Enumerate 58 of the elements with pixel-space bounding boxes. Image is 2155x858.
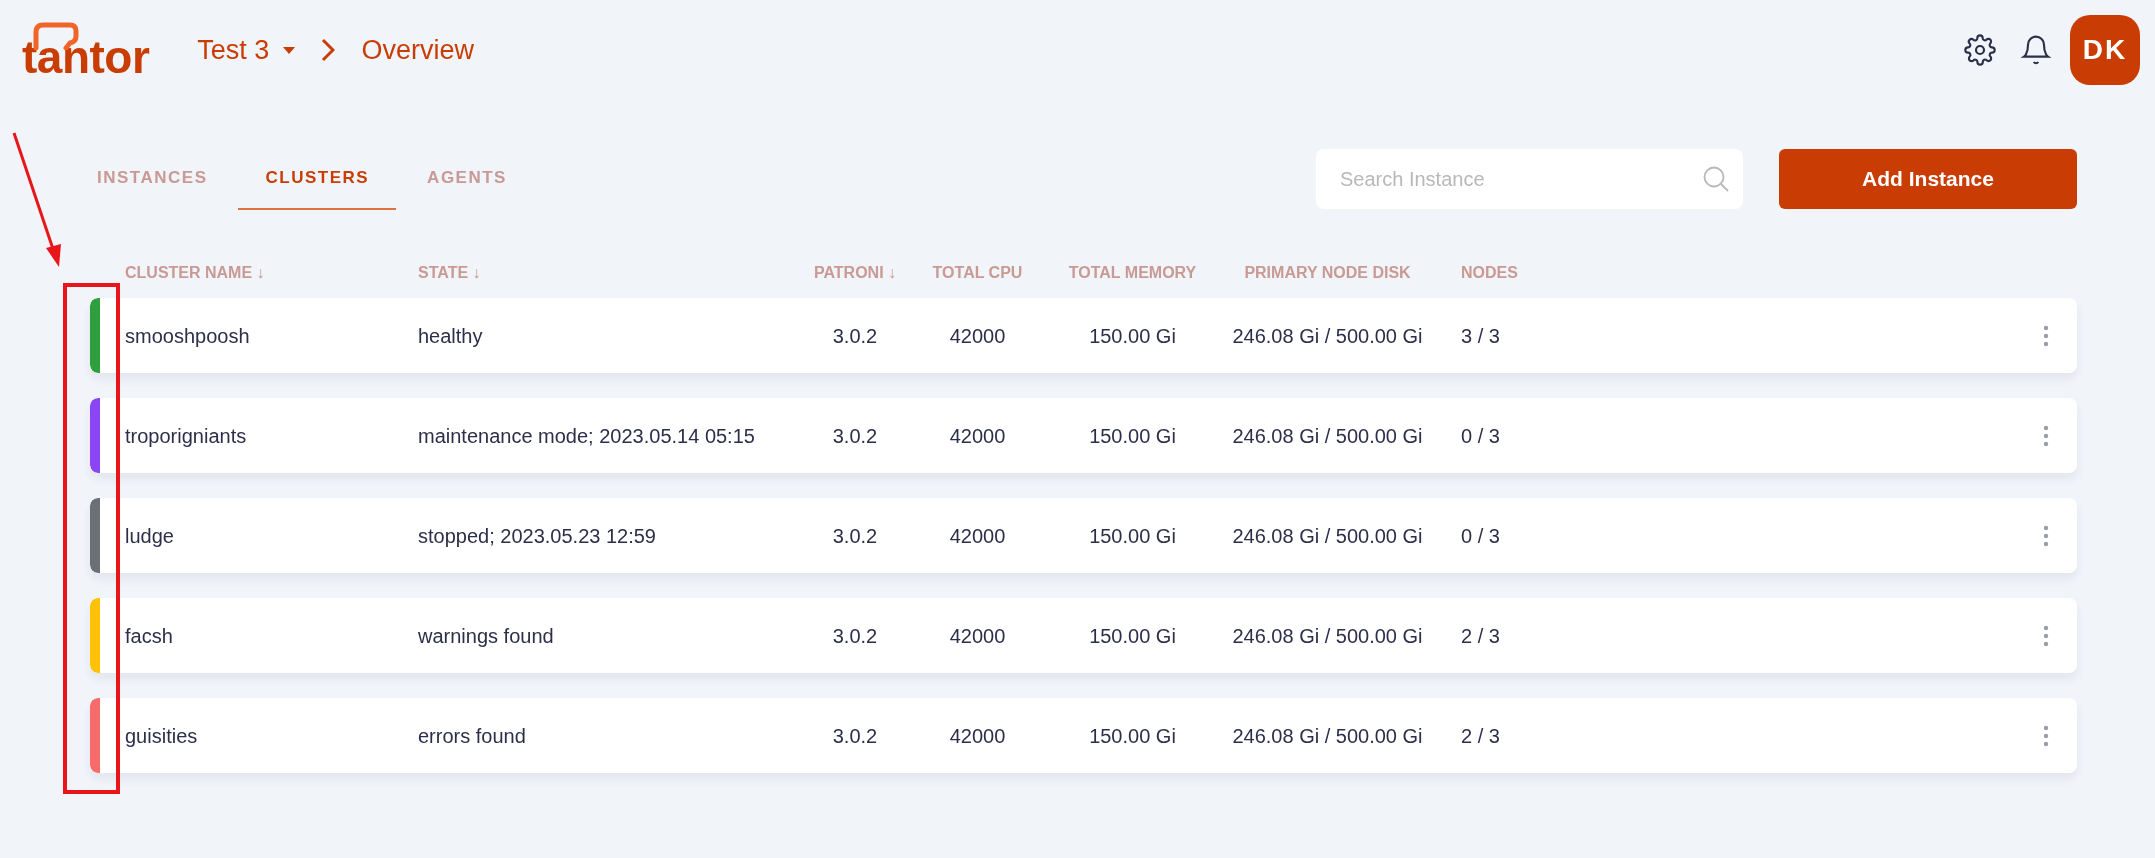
more-options-icon[interactable] xyxy=(2043,424,2049,447)
table-cell: 0 / 3 xyxy=(1461,424,1500,447)
table-cell: warnings found xyxy=(418,624,554,647)
table-cell: troporigniants xyxy=(125,424,247,447)
add-instance-button[interactable]: Add Instance xyxy=(1779,149,2077,209)
logo: tantor xyxy=(22,20,150,80)
table-cell: 42000 xyxy=(949,324,1006,347)
table-cell: 3.0.2 xyxy=(832,524,878,547)
table-cell: errors found xyxy=(418,724,526,747)
more-options-icon[interactable] xyxy=(2043,624,2049,647)
table-cell: 246.08 Gi / 500.00 Gi xyxy=(1232,524,1423,547)
table-cell: 42000 xyxy=(949,524,1006,547)
table-cell: 42000 xyxy=(949,424,1006,447)
table-cell: stopped; 2023.05.23 12:59 xyxy=(418,524,656,547)
table-cell: 150.00 Gi xyxy=(1089,624,1176,647)
table-cell: 3 / 3 xyxy=(1461,324,1500,347)
search-icon xyxy=(1703,166,1729,192)
cluster-row[interactable]: smooshpoosh healthy 3.0.2 42000 150.00 Gi 246.08 Gi / 500.00 Gi 3 / 3 xyxy=(90,298,2077,373)
table-cell: 150.00 Gi xyxy=(1089,324,1176,347)
table-cell: 246.08 Gi / 500.00 Gi xyxy=(1232,324,1423,347)
breadcrumb-link[interactable]: Overview xyxy=(361,29,474,71)
column-header[interactable]: STATE ↓ xyxy=(418,264,481,281)
table-cell: ludge xyxy=(125,524,174,547)
table-cell: 246.08 Gi / 500.00 Gi xyxy=(1232,624,1423,647)
cluster-row[interactable]: guisities errors found 3.0.2 42000 150.00 Gi 246.08 Gi / 500.00 Gi 2 / 3 xyxy=(90,698,2077,773)
table-cell: 150.00 Gi xyxy=(1089,724,1176,747)
more-options-icon[interactable] xyxy=(2043,724,2049,747)
table-cell: facsh xyxy=(125,624,173,647)
cluster-row[interactable]: ludge stopped; 2023.05.23 12:59 3.0.2 42000 150.00 Gi 246.08 Gi / 500.00 Gi 0 / 3 xyxy=(90,498,2077,573)
search-field[interactable]: Search Instance xyxy=(1316,149,1743,209)
more-options-icon[interactable] xyxy=(2043,324,2049,347)
table-cell: healthy xyxy=(418,324,483,347)
user-avatar[interactable]: DK xyxy=(2070,15,2140,85)
breadcrumb-link[interactable]: Test 3 xyxy=(197,29,296,71)
table-cell: 0 / 3 xyxy=(1461,524,1500,547)
chevron-right-icon xyxy=(321,38,336,62)
table-cell: 3.0.2 xyxy=(832,424,878,447)
table-cell: 246.08 Gi / 500.00 Gi xyxy=(1232,724,1423,747)
column-header[interactable]: PATRONI ↓ xyxy=(813,264,897,281)
table-cell: 150.00 Gi xyxy=(1089,524,1176,547)
table-cell: maintenance mode; 2023.05.14 05:15 xyxy=(418,424,755,447)
notification-bell-icon[interactable] xyxy=(2020,34,2052,66)
cluster-row[interactable]: facsh warnings found 3.0.2 42000 150.00 Gi 246.08 Gi / 500.00 Gi 2 / 3 xyxy=(90,598,2077,673)
table-cell: 42000 xyxy=(949,724,1006,747)
table-cell: 3.0.2 xyxy=(832,324,878,347)
cluster-row[interactable]: troporigniants maintenance mode; 2023.05.14 05:15 3.0.2 42000 150.00 Gi 246.08 Gi / 500.00 Gi 0 / 3 xyxy=(90,398,2077,473)
table-cell: 2 / 3 xyxy=(1461,624,1500,647)
tab[interactable]: CLUSTERS xyxy=(238,148,397,210)
more-options-icon[interactable] xyxy=(2043,524,2049,547)
table-cell: guisities xyxy=(125,724,198,747)
table-cell: 3.0.2 xyxy=(832,724,878,747)
table-cell: 150.00 Gi xyxy=(1089,424,1176,447)
table-cell: 42000 xyxy=(949,624,1006,647)
table-cell: 3.0.2 xyxy=(832,624,878,647)
table-cell: 2 / 3 xyxy=(1461,724,1500,747)
table-cell: smooshpoosh xyxy=(125,324,250,347)
table-cell: 246.08 Gi / 500.00 Gi xyxy=(1232,424,1423,447)
settings-icon[interactable] xyxy=(1964,34,1996,66)
